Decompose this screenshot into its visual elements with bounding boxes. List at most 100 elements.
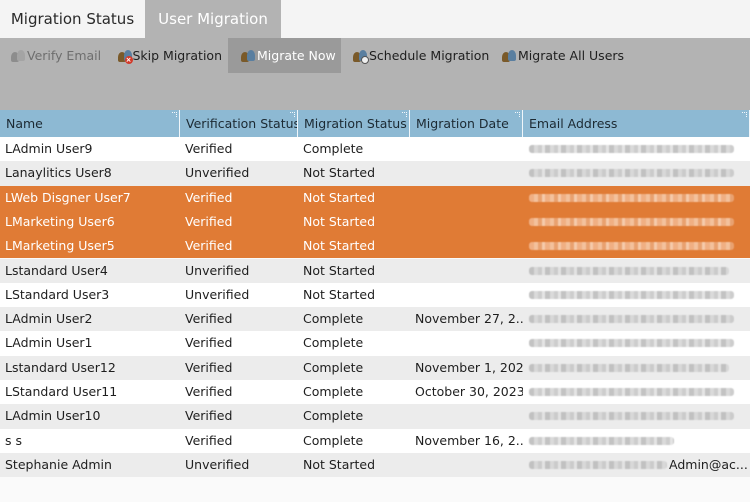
column-menu-icon[interactable] [402,112,407,117]
tab-bar: Migration Status User Migration [0,0,750,38]
redacted-email [529,266,729,275]
verify-email-icon [10,49,26,63]
migration-date-cell [410,259,523,283]
name-cell: Lanaylitics User8 [5,165,112,181]
redacted-email [529,315,734,324]
grid-header: Name Verification Status Migration Statu… [0,110,750,137]
verification-status-cell: Unverified [185,456,250,472]
migration-date-cell: November 16, 2... [415,432,523,448]
redacted-email [529,388,734,396]
redacted-email [529,363,729,372]
migration-status-cell: Complete [303,384,364,399]
column-header-label: Verification Status [186,116,298,131]
verification-status-cell: Verified [185,384,233,399]
column-header-migration-date[interactable]: Migration Date [410,110,523,137]
tab-user-migration[interactable]: User Migration [145,0,281,38]
migration-status-cell: Complete [303,141,364,156]
column-menu-icon[interactable] [172,112,177,117]
migration-date-cell: October 30, 2023 [415,384,523,399]
verify-email-button[interactable]: Verify Email [10,38,102,73]
tab-migration-status[interactable]: Migration Status [0,0,145,38]
migration-status-cell: Not Started [303,262,376,278]
name-cell: Stephanie Admin [5,456,112,472]
table-row[interactable]: Stephanie Admin Unverified Not Started Admi… [0,452,750,478]
table-row[interactable]: LAdmin User1 Verified Complete [0,331,750,356]
migration-date-cell [410,453,523,477]
redacted-email [529,339,734,348]
migrate-now-button[interactable]: Migrate Now [228,38,341,73]
table-row[interactable]: LAdmin User10 Verified Complete [0,404,750,429]
migration-date-cell [410,186,523,210]
migrate-all-users-icon [501,49,517,63]
redacted-email [529,460,667,469]
users-grid: Name Verification Status Migration Statu… [0,110,750,502]
table-row[interactable]: s s Verified Complete November 16, 2... [0,428,750,453]
table-row[interactable]: Lstandard User4 Unverified Not Started [0,258,750,283]
column-header-email-address[interactable]: Email Address [523,110,750,137]
email-cell [523,307,750,331]
toolbar: Verify Email × Skip Migration Migrate No… [0,38,750,110]
redacted-email [529,242,734,251]
email-cell [523,283,750,307]
email-text: Admin@ac... [669,456,748,472]
column-menu-icon[interactable] [515,112,520,117]
name-cell: LMarketing User5 [5,238,115,254]
name-cell: LAdmin User10 [5,408,101,424]
table-row[interactable]: LAdmin User2 Verified Complete November 27,… [0,307,750,332]
table-row[interactable]: LStandard User3 Unverified Not Started [0,282,750,308]
migration-status-cell: Complete [303,432,364,448]
verification-status-cell: Verified [185,359,233,375]
verification-status-cell: Verified [185,335,233,351]
email-cell [523,186,750,210]
migrate-all-users-button[interactable]: Migrate All Users [501,38,626,73]
migration-status-cell: Not Started [303,213,376,229]
column-header-migration-status[interactable]: Migration Status [298,110,410,137]
table-row[interactable]: Lstandard User12 Verified Complete November… [0,355,750,380]
name-cell: LAdmin User1 [5,335,93,351]
email-cell [523,356,750,380]
verification-status-cell: Unverified [185,286,250,302]
column-menu-icon[interactable] [742,112,747,117]
name-cell: s s [5,432,22,448]
table-row[interactable]: LStandard User11 Verified Complete October … [0,380,750,405]
table-row[interactable]: LMarketing User5 Verified Not Started [0,234,750,259]
verification-status-cell: Verified [185,213,233,229]
column-header-label: Name [6,116,43,131]
table-row[interactable]: LAdmin User9 Verified Complete [0,137,750,162]
email-cell [523,137,750,161]
verify-email-label: Verify Email [27,48,102,63]
email-cell [523,429,750,453]
schedule-migration-icon [352,49,369,64]
email-cell [523,380,750,404]
skip-migration-button[interactable]: × Skip Migration [117,38,222,73]
verification-status-cell: Unverified [185,165,250,181]
email-cell [523,234,750,258]
email-cell: Admin@ac... [523,453,750,477]
name-cell: Lstandard User4 [5,262,108,278]
migrate-now-icon [240,49,256,63]
email-cell [523,259,750,283]
migration-status-cell: Not Started [303,286,376,302]
migration-date-cell: November 1, 2023 [415,359,523,375]
verification-status-cell: Verified [185,432,233,448]
redacted-email [529,290,734,299]
verification-status-cell: Verified [185,311,233,327]
table-row[interactable]: LWeb Disgner User7 Verified Not Started [0,185,750,210]
table-row[interactable]: LMarketing User6 Verified Not Started [0,209,750,235]
email-cell [523,161,750,185]
name-cell: LAdmin User9 [5,141,93,156]
column-header-name[interactable]: Name [0,110,180,137]
name-cell: LMarketing User6 [5,213,115,229]
name-cell: LWeb Disgner User7 [5,189,131,205]
email-cell [523,210,750,234]
name-cell: LStandard User3 [5,286,110,302]
verification-status-cell: Verified [185,141,233,156]
table-row[interactable]: Lanaylitics User8 Unverified Not Started [0,161,750,186]
migration-status-cell: Not Started [303,189,376,205]
column-menu-icon[interactable] [290,112,295,117]
column-header-verification-status[interactable]: Verification Status [180,110,298,137]
redacted-email [529,193,734,202]
migration-status-cell: Complete [303,335,364,351]
schedule-migration-button[interactable]: Schedule Migration [352,38,490,73]
migration-status-cell: Complete [303,408,364,424]
